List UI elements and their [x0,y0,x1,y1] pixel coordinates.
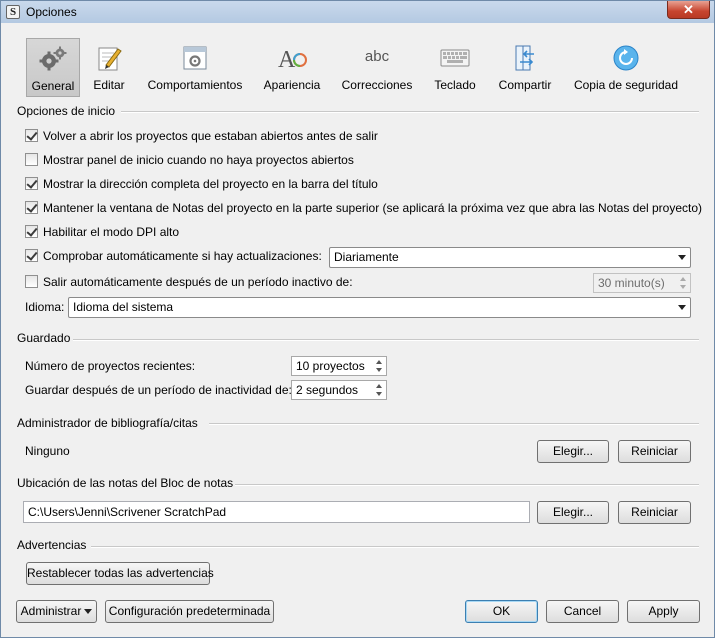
show-start-panel-checkbox[interactable] [25,153,38,166]
option-label: Mostrar panel de inicio cuando no haya p… [43,153,354,167]
tab-apariencia[interactable]: A Apariencia [257,38,327,97]
spin-up-icon[interactable] [677,275,689,283]
tab-editar[interactable]: Editar [84,38,134,97]
saving-section-title: Guardado [17,331,71,345]
bibliography-reset-button[interactable]: Reiniciar [618,440,691,463]
section-divider [235,484,699,486]
auto-update-checkbox[interactable] [25,249,38,262]
tab-label: Editar [93,78,125,92]
chevron-down-icon [678,255,686,260]
tab-label: Correcciones [341,78,413,92]
scratchpad-section-title: Ubicación de las notas del Bloc de notas [17,476,234,490]
tab-comportamientos[interactable]: Comportamientos [141,38,249,97]
backup-icon [613,45,639,71]
tab-copia-de-seguridad[interactable]: Copia de seguridad [569,38,683,97]
tab-general[interactable]: General [26,38,80,97]
option-label: Salir automáticamente después de un perí… [43,275,353,289]
autosave-value: 2 segundos [296,383,359,397]
chevron-down-icon [678,305,686,310]
section-divider [121,111,699,113]
update-frequency-value: Diariamente [334,250,399,264]
option-label: Mostrar la dirección completa del proyec… [43,177,378,191]
section-divider [209,423,699,425]
scratchpad-path-field[interactable]: C:\Users\Jenni\Scrivener ScratchPad [23,501,530,523]
language-select[interactable]: Idioma del sistema [68,297,691,318]
tab-label: Copia de seguridad [573,78,679,92]
autosave-stepper[interactable]: 2 segundos [291,380,387,400]
option-label: Mantener la ventana de Notas del proyect… [43,201,703,215]
tab-compartir[interactable]: Compartir [493,38,557,97]
tab-label: Teclado [434,78,476,92]
ok-button[interactable]: OK [465,600,538,623]
default-settings-button[interactable]: Configuración predeterminada [105,600,274,623]
recent-projects-value: 10 proyectos [296,359,365,373]
section-divider [73,339,699,341]
startup-section-title: Opciones de inicio [17,104,116,118]
manage-label: Administrar [20,604,82,618]
language-value: Idioma del sistema [73,300,174,314]
spin-up-icon[interactable] [373,358,385,366]
spin-down-icon[interactable] [677,283,689,291]
high-dpi-checkbox[interactable] [25,225,38,238]
edit-pencil-icon [98,47,122,71]
option-label: Habilitar el modo DPI alto [43,225,180,239]
bibliography-manager-value: Ninguno [25,444,70,458]
tab-label: Compartir [498,78,552,92]
language-label: Idioma: [25,300,65,314]
apply-button[interactable]: Apply [627,600,700,623]
auto-quit-checkbox[interactable] [25,275,38,288]
window-title: Opciones [26,5,77,19]
options-window: S Opciones ✕ General Editar Comportamien… [0,0,715,638]
tab-correcciones[interactable]: abc Correcciones [339,38,415,97]
section-divider [91,546,699,548]
recent-projects-stepper[interactable]: 10 proyectos [291,356,387,376]
idle-timeout-stepper[interactable]: 30 minuto(s) [593,273,691,293]
bibliography-choose-button[interactable]: Elegir... [537,440,609,463]
keyboard-icon [440,49,470,67]
tab-label: General [31,79,75,93]
scratchpad-reset-button[interactable]: Reiniciar [618,501,691,524]
bibliography-section-title: Administrador de bibliografía/citas [17,416,198,430]
tab-label: Comportamientos [147,78,243,92]
window-gear-icon [183,46,207,70]
tab-label: Apariencia [263,78,321,92]
warnings-section-title: Advertencias [17,538,87,552]
scrivener-app-icon: S [6,5,20,19]
autosave-label: Guardar después de un período de inactiv… [25,383,292,397]
cancel-button[interactable]: Cancel [546,600,619,623]
full-path-title-checkbox[interactable] [25,177,38,190]
close-button[interactable]: ✕ [667,1,710,19]
reopen-projects-checkbox[interactable] [25,129,38,142]
share-sync-icon [515,45,534,71]
abc-spelling-icon: abc [364,48,390,65]
gears-icon [39,46,67,71]
reset-warnings-button[interactable]: Restablecer todas las advertencias [26,562,214,585]
update-frequency-select[interactable]: Diariamente [329,247,691,268]
spin-up-icon[interactable] [373,382,385,390]
manage-menu-button[interactable]: Administrar [16,600,97,623]
font-appearance-icon: A [278,47,307,73]
spin-down-icon[interactable] [373,390,385,398]
option-label: Volver a abrir los proyectos que estaban… [43,129,378,143]
scratchpad-choose-button[interactable]: Elegir... [537,501,609,524]
tab-teclado[interactable]: Teclado [427,38,483,97]
spin-down-icon[interactable] [373,366,385,374]
title-bar[interactable]: S Opciones ✕ [1,1,714,23]
option-label: Comprobar automáticamente si hay actuali… [43,249,322,263]
recent-projects-label: Número de proyectos recientes: [25,359,196,373]
idle-timeout-value: 30 minuto(s) [598,276,665,290]
notes-on-top-checkbox[interactable] [25,201,38,214]
chevron-down-icon [84,609,93,615]
